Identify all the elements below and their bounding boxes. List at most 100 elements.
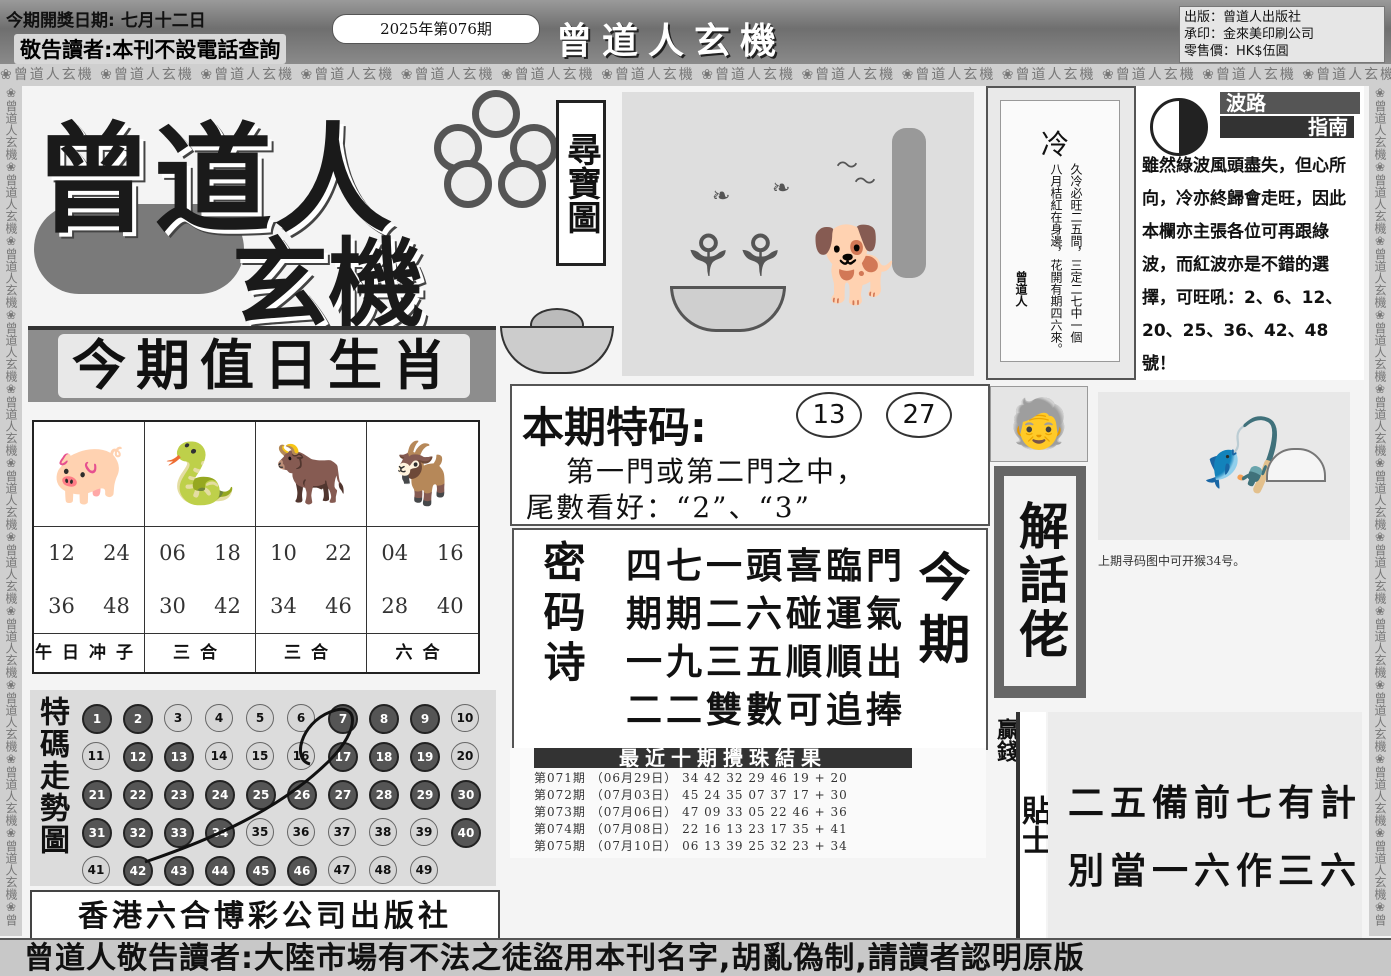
secret-poem-line: 四七一頭喜臨門 bbox=[626, 545, 907, 587]
secret-poem-line: 一九三五順順出 bbox=[626, 641, 907, 683]
butterfly-icon: ❧ bbox=[712, 184, 731, 209]
printer-line: 承印：金來美印刷公司 bbox=[1184, 27, 1315, 42]
logo-subtitle: 玄機 bbox=[232, 228, 424, 340]
zodiac-number: 10 bbox=[270, 541, 297, 565]
result-row: 第075期 （07月10日） 06 13 39 25 32 23 + 34 bbox=[534, 839, 848, 853]
dog-icon: 🐕 bbox=[810, 222, 903, 308]
zodiac-number: 36 bbox=[48, 594, 75, 618]
gold-ingot-icon bbox=[500, 304, 614, 374]
zodiac-number: 18 bbox=[214, 541, 241, 565]
zodiac-number: 16 bbox=[436, 541, 464, 565]
fisherman-picture: 🎣 bbox=[1098, 392, 1350, 540]
zodiac-title: 今期值日生肖 bbox=[58, 334, 470, 398]
tips-label-b: 貼士 bbox=[1016, 712, 1051, 938]
goat-icon: 🐐 bbox=[367, 422, 478, 527]
special-number: 27 bbox=[886, 392, 952, 438]
scholar-portrait-icon: 🧓 bbox=[990, 386, 1088, 462]
special-number: 13 bbox=[796, 392, 862, 438]
zodiac-number: 12 bbox=[48, 541, 75, 565]
zodiac-relation: 三合 bbox=[173, 643, 227, 663]
watermark-band: ❀曾道人玄機 ❀曾道人玄機 ❀曾道人玄機 ❀曾道人玄機 ❀曾道人玄機 ❀曾道人玄… bbox=[0, 64, 1391, 86]
poem-author: 曾道人 bbox=[1014, 271, 1028, 307]
butterfly-icon: ❧ bbox=[772, 176, 791, 201]
zodiac-number: 04 bbox=[381, 541, 409, 565]
header-brand: 曾道人玄機 bbox=[556, 21, 787, 62]
picture-caption: 上期寻码图中可开猴34号。 bbox=[1098, 554, 1246, 568]
zodiac-number: 48 bbox=[103, 594, 130, 618]
secret-poem-side-label: 今期 bbox=[909, 550, 969, 674]
tips-line: 二五備前七有計 bbox=[1068, 782, 1363, 824]
result-row: 第074期 （07月08日） 22 16 13 23 17 35 + 41 bbox=[534, 822, 848, 836]
coin-rings-icon bbox=[434, 90, 558, 208]
explainer-banner: 解話佬 bbox=[994, 466, 1086, 698]
zodiac-number: 46 bbox=[325, 594, 352, 618]
zodiac-number: 42 bbox=[214, 594, 241, 618]
recent-results-table: 最近十期攪珠結果 第071期 （06月29日） 34 42 32 29 46 1… bbox=[510, 748, 986, 858]
zodiac-number: 22 bbox=[325, 541, 352, 565]
reader-notice: 敬告讀者:本刊不設電話查詢 bbox=[14, 34, 287, 64]
tips-label-a: 贏錢 bbox=[993, 718, 1018, 762]
snake-icon: 🐍 bbox=[145, 422, 255, 527]
special-code-tail: 尾數看好：“2”、“3” bbox=[526, 491, 811, 524]
draw-date: 今期開獎日期: 七月十二日 bbox=[6, 6, 206, 31]
results-title: 最近十期攪珠結果 bbox=[534, 748, 912, 768]
wave-guide-title: 波路 bbox=[1220, 92, 1360, 114]
zodiac-number: 34 bbox=[270, 594, 297, 618]
zodiac-relation: 三合 bbox=[284, 643, 338, 663]
zodiac-column: 🐖 12 24 36 48 午日冲子 bbox=[34, 422, 145, 672]
publisher-footer: 香港六合博彩公司出版社 bbox=[30, 890, 500, 944]
zodiac-table: 🐖 12 24 36 48 午日冲子 🐍 06 18 30 42 三合 🐂 10 bbox=[32, 420, 480, 674]
ox-icon: 🐂 bbox=[256, 422, 366, 527]
zodiac-number: 24 bbox=[103, 541, 130, 565]
zodiac-title-banner: 今期值日生肖 bbox=[28, 326, 496, 402]
newspaper-page: 今期開獎日期: 七月十二日 敬告讀者:本刊不設電話查詢 2025年第076期 曾道… bbox=[0, 0, 1391, 976]
trend-scribble bbox=[144, 707, 354, 864]
secret-poem-line: 期期二六碰運氣 bbox=[626, 593, 907, 635]
treasure-map-picture: ❧ ❧ 〜 〜 ⚘⚘ 🐕 bbox=[622, 92, 974, 376]
winning-tips-label: 贏錢 貼士 bbox=[993, 712, 1051, 938]
draw-date-value: 七月十二日 bbox=[120, 11, 206, 31]
zodiac-column: 🐂 10 22 34 46 三合 bbox=[256, 422, 367, 672]
footer-warning: 曾道人敬告讀者:大陸市場有不法之徒盜用本刊名字,胡亂偽制,請讀者認明原版 bbox=[0, 938, 1391, 976]
special-code-hint: 第一門或第二門之中， bbox=[566, 455, 867, 488]
zodiac-column: 🐍 06 18 30 42 三合 bbox=[145, 422, 256, 672]
result-row: 第072期 （07月03日） 45 24 35 07 37 17 + 30 bbox=[534, 788, 848, 802]
fisherman-icon: 🎣 bbox=[1198, 414, 1286, 496]
price-line: 零售價：HK$伍圓 bbox=[1184, 44, 1289, 59]
secret-poem-line: 二二雙數可追捧 bbox=[626, 689, 907, 731]
draw-date-label: 今期開獎日期: bbox=[6, 11, 115, 31]
bowl-icon bbox=[670, 286, 786, 332]
issue-number: 2025年第076期 bbox=[332, 14, 540, 44]
zodiac-number: 28 bbox=[381, 594, 409, 618]
wave-guide-text: 雖然綠波風頭盡失，但心所向，冷亦終歸會走旺，因此本欄亦主張各位可再跟綠波，而紅波… bbox=[1142, 156, 1346, 374]
special-code-title: 本期特码: bbox=[522, 403, 707, 452]
orchid-icon: ⚘⚘ bbox=[682, 222, 786, 290]
winning-tips-panel: 二五備前七有計 別當一六作三六 bbox=[1048, 712, 1362, 938]
wave-guide-subtitle: 指南 bbox=[1220, 116, 1354, 138]
zodiac-column: 🐐 04 16 28 40 六合 bbox=[367, 422, 478, 672]
wave-guide-panel: 波路 指南 雖然綠波風頭盡失，但心所向，冷亦終歸會走旺，因此本欄亦主張各位可再跟… bbox=[1136, 86, 1364, 380]
special-code-panel: 本期特码: 13 27 第一門或第二門之中， 尾數看好：“2”、“3” bbox=[510, 384, 990, 526]
zodiac-number: 30 bbox=[159, 594, 186, 618]
watermark-side-left: ❀曾道人玄機❀曾道人玄機❀曾道人玄機❀曾道人玄機❀曾道人玄機❀曾道人玄機❀曾道人… bbox=[0, 86, 22, 936]
secret-poem-title: 密码诗 bbox=[537, 540, 586, 690]
poem-keyword: 冷 bbox=[1041, 128, 1070, 161]
zodiac-number: 40 bbox=[436, 594, 464, 618]
zodiac-number: 06 bbox=[159, 541, 186, 565]
poem-line: 久冷必旺二五間，三定二七中一個 bbox=[1069, 163, 1083, 343]
bird-icon: 〜 bbox=[854, 170, 877, 195]
special-number-trend-chart: 特碼走勢圖 1 2 3 4 5 6 7 8 9 10 11 12 13 14 15 16 17 18 19 20 21 2… bbox=[30, 690, 496, 886]
watermark-side-right: ❀曾道人玄機❀曾道人玄機❀曾道人玄機❀曾道人玄機❀曾道人玄機❀曾道人玄機❀曾道人… bbox=[1369, 86, 1391, 936]
explainer-title: 解話佬 bbox=[1004, 476, 1076, 686]
poem-line: 八月桔紅在身邊，花開有期四六來。 bbox=[1049, 163, 1063, 355]
zodiac-relation: 午日冲子 bbox=[35, 643, 143, 663]
yin-yang-icon bbox=[1150, 98, 1208, 156]
publisher-line: 出版：曾道人出版社 bbox=[1184, 10, 1302, 25]
result-row: 第073期 （07月06日） 47 09 33 05 22 46 + 36 bbox=[534, 805, 848, 819]
treasure-map-label: 尋寶圖 bbox=[556, 100, 606, 266]
zodiac-relation: 六合 bbox=[395, 643, 450, 663]
pig-icon: 🐖 bbox=[34, 422, 144, 527]
publisher-info: 出版：曾道人出版社 承印：金來美印刷公司 零售價：HK$伍圓 bbox=[1179, 6, 1385, 63]
poem-card: 冷 久冷必旺二五間，三定二七中一個 八月桔紅在身邊，花開有期四六來。 曾道人 bbox=[986, 86, 1136, 380]
header-bar: 今期開獎日期: 七月十二日 敬告讀者:本刊不設電話查詢 2025年第076期 曾道… bbox=[0, 0, 1391, 64]
